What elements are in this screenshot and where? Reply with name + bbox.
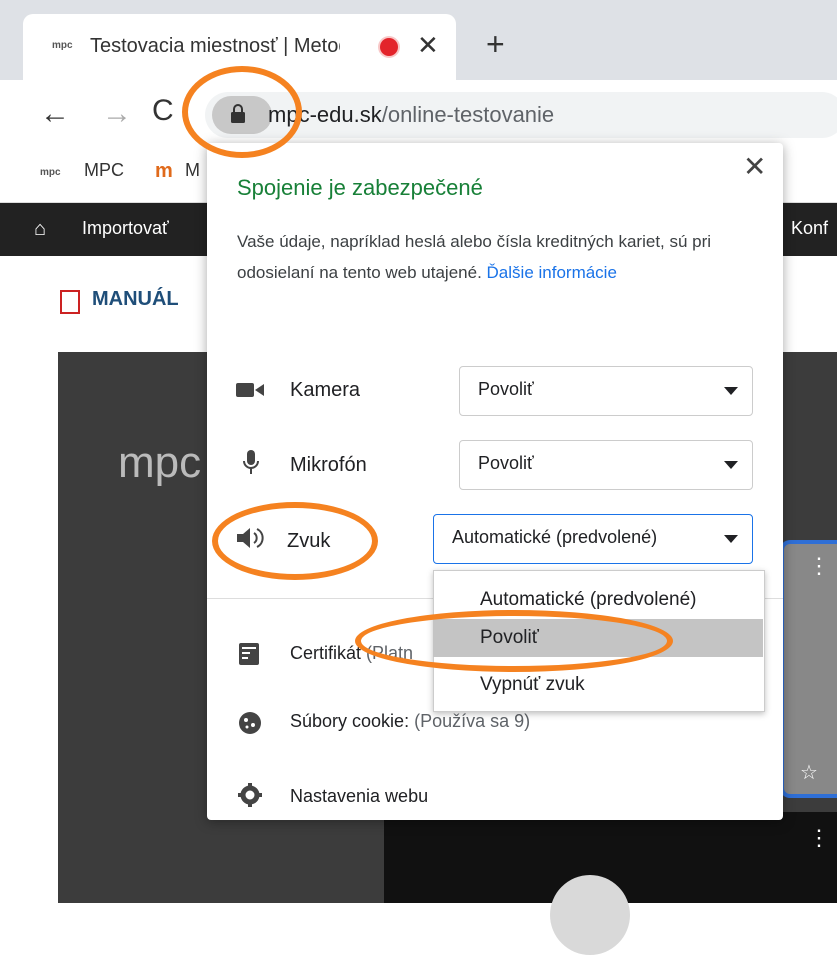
cookies-label: Súbory cookie: [290, 711, 410, 731]
cookies-detail: (Používa sa 9) [414, 711, 531, 731]
more-options-icon[interactable]: ⋮ [808, 553, 830, 579]
close-icon[interactable]: ✕ [743, 150, 766, 183]
microphone-select-value: Povoliť [478, 453, 534, 473]
home-icon[interactable]: ⌂ [34, 218, 46, 241]
dropdown-option-mute[interactable]: Vypnúť zvuk [433, 666, 763, 704]
recording-indicator-icon [380, 38, 398, 56]
star-icon[interactable]: ☆ [800, 760, 818, 785]
dropdown-option-label: Vypnúť zvuk [480, 674, 585, 695]
forward-arrow-icon[interactable]: → [102, 97, 132, 131]
new-tab-button[interactable]: + [486, 26, 505, 63]
more-info-link[interactable]: Ďalšie informácie [487, 263, 617, 282]
cookie-icon [239, 712, 261, 734]
nav-konf[interactable]: Konf [791, 218, 828, 239]
cookies-row[interactable]: Súbory cookie: (Používa sa 9) [290, 711, 530, 732]
bookmark-mpc[interactable]: MPC [84, 160, 124, 181]
connection-description: Vaše údaje, napríklad heslá alebo čísla … [237, 226, 749, 288]
url-path: /online-testovanie [381, 102, 555, 127]
gear-icon [238, 783, 262, 807]
reload-icon[interactable]: C [152, 94, 174, 128]
description-text: Vaše údaje, napríklad heslá alebo čísla … [237, 232, 712, 282]
tab-title[interactable]: Testovacia miestnosť | Metod [90, 35, 340, 58]
mpc-watermark: mpc [118, 438, 202, 487]
chevron-down-icon [724, 387, 738, 395]
connection-secure-title: Spojenie je zabezpečené [237, 175, 483, 200]
certificate-label: Certifikát [290, 643, 362, 663]
manual-link[interactable]: MANUÁL [92, 288, 179, 311]
bookmark-m[interactable]: M [185, 160, 200, 181]
sound-select[interactable]: Automatické (predvolené) [433, 514, 753, 564]
chevron-down-icon [724, 461, 738, 469]
dropdown-option-label: Automatické (predvolené) [480, 589, 697, 610]
moodle-bookmark-icon: m [155, 160, 173, 182]
camera-icon [236, 383, 264, 397]
annotation-ring-allow [355, 610, 673, 672]
mpc-bookmark-icon: mpc [40, 167, 61, 178]
camera-select-value: Povoliť [478, 379, 534, 399]
annotation-ring-sound [212, 502, 378, 580]
tab-close-icon[interactable]: ✕ [417, 30, 439, 61]
url-text[interactable]: mpc-edu.sk/online-testovanie [268, 102, 554, 128]
avatar [550, 875, 630, 955]
camera-select[interactable]: Povoliť [459, 366, 753, 416]
chevron-down-icon [724, 535, 738, 543]
camera-label: Kamera [290, 379, 361, 401]
tab-favicon: mpc [52, 40, 73, 51]
annotation-ring-lock [182, 66, 302, 158]
microphone-icon [243, 450, 259, 474]
nav-import[interactable]: Importovať [82, 218, 169, 239]
back-arrow-icon[interactable]: ← [40, 97, 70, 131]
microphone-select[interactable]: Povoliť [459, 440, 753, 490]
certificate-icon [239, 643, 259, 665]
site-settings-row[interactable]: Nastavenia webu [290, 786, 428, 807]
pdf-icon [60, 290, 80, 314]
more-options-icon[interactable]: ⋮ [808, 825, 830, 851]
microphone-label: Mikrofón [290, 454, 367, 476]
sound-select-value: Automatické (predvolené) [452, 527, 658, 547]
